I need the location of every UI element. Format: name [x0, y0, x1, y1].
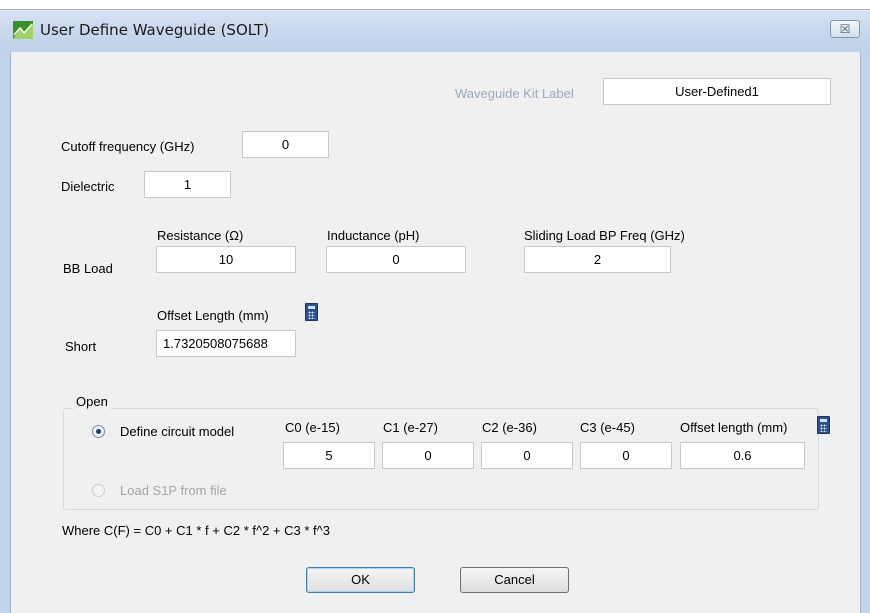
c3-input[interactable]: 0 [580, 442, 672, 469]
c3-label: C3 (e-45) [580, 420, 635, 435]
define-circuit-radio[interactable] [92, 425, 105, 438]
inductance-label: Inductance (pH) [327, 228, 420, 243]
c1-input[interactable]: 0 [382, 442, 474, 469]
calculator-icon[interactable] [817, 416, 830, 434]
window-frame-left [0, 52, 10, 613]
c0-label: C0 (e-15) [285, 420, 340, 435]
cutoff-frequency-label: Cutoff frequency (GHz) [61, 139, 195, 154]
open-offset-label: Offset length (mm) [680, 420, 788, 435]
waveguide-app-icon [13, 21, 33, 39]
dielectric-label: Dielectric [61, 179, 115, 194]
dielectric-input[interactable]: 1 [144, 171, 231, 198]
close-icon: ☒ [839, 22, 851, 36]
kit-label: Waveguide Kit Label [455, 86, 574, 101]
bb-load-label: BB Load [63, 261, 113, 276]
c2-label: C2 (e-36) [482, 420, 537, 435]
inductance-input[interactable]: 0 [326, 246, 466, 273]
short-label: Short [65, 339, 97, 354]
kit-label-input[interactable]: User-Defined1 [603, 78, 831, 105]
resistance-label: Resistance (Ω) [157, 228, 244, 243]
define-circuit-label[interactable]: Define circuit model [120, 424, 234, 439]
c1-label: C1 (e-27) [383, 420, 438, 435]
window-frame-right [860, 52, 870, 613]
calculator-icon[interactable] [305, 303, 318, 321]
top-strip [0, 0, 870, 10]
load-s1p-label[interactable]: Load S1P from file [120, 483, 227, 498]
sliding-load-input[interactable]: 2 [524, 246, 671, 273]
resistance-input[interactable]: 10 [156, 246, 296, 273]
window-title: User Define Waveguide (SOLT) [40, 21, 270, 39]
open-offset-input[interactable]: 0.6 [680, 442, 805, 469]
load-s1p-radio[interactable] [92, 484, 105, 497]
close-button[interactable]: ☒ [830, 20, 860, 38]
c2-input[interactable]: 0 [481, 442, 573, 469]
short-offset-input[interactable]: 1.7320508075688 [156, 330, 296, 357]
cancel-button[interactable]: Cancel [460, 567, 569, 593]
cutoff-frequency-input[interactable]: 0 [242, 131, 329, 158]
short-offset-label: Offset Length (mm) [157, 308, 269, 323]
ok-button[interactable]: OK [306, 567, 415, 593]
c0-input[interactable]: 5 [283, 442, 375, 469]
open-group-label: Open [73, 394, 111, 409]
sliding-load-label: Sliding Load BP Freq (GHz) [524, 228, 685, 243]
formula-text: Where C(F) = C0 + C1 * f + C2 * f^2 + C3… [62, 523, 330, 538]
